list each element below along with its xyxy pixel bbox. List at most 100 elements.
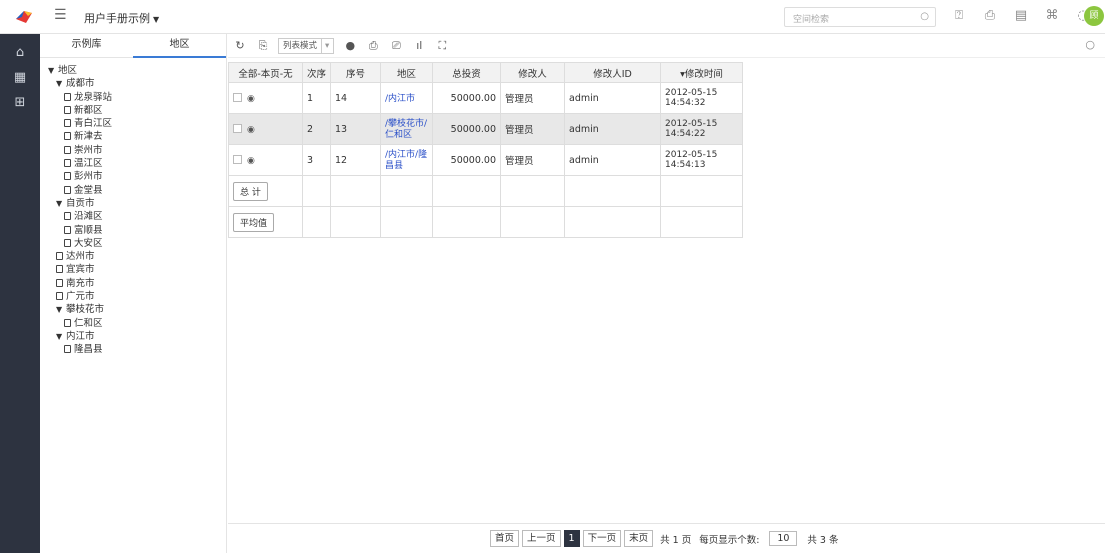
summary-row: 平均值 [228, 206, 743, 238]
tree-node[interactable]: 新津去 [40, 130, 226, 143]
table-row[interactable]: ◉ 3 12/内江市/隆昌县 50000.00 管理员 admin 2012-05-15 1… [228, 144, 743, 176]
tree-node-label: 新津去 [74, 131, 103, 143]
modifier-id-cell: admin [564, 144, 661, 176]
tree-node[interactable]: 彭州市 [40, 170, 226, 183]
row-checkbox[interactable] [233, 123, 242, 133]
tree-node[interactable]: 富顺县 [40, 224, 226, 237]
tree-node[interactable]: 达州市 [40, 250, 226, 263]
prev-page-button[interactable]: 上一页 [522, 530, 561, 547]
tree-node[interactable]: ▼ 自贡市 [40, 197, 226, 210]
total-button[interactable]: 总 计 [233, 181, 268, 201]
view-mode-select[interactable]: 列表模式 ▾ [278, 37, 335, 54]
tree-panel: 示例库 地区 ▼ 地区 ▼ 成都市 龙泉驿站 新都区 青白江区 新津去 崇州市 温江区 彭州市 金堂县… [40, 34, 227, 553]
tree-node[interactable]: 沿滩区 [40, 210, 226, 223]
tree-node-label: 崇州市 [74, 144, 103, 156]
document-icon [64, 225, 71, 234]
region-link[interactable]: /攀枝花市/仁和区 [385, 119, 427, 140]
per-page-input[interactable]: 10 [769, 531, 798, 546]
tree-node-label: 广元市 [66, 291, 95, 303]
tree-node-label: 成都市 [66, 78, 95, 90]
help-icon[interactable]: ⍰ [950, 7, 968, 25]
region-link[interactable]: /内江市/隆昌县 [385, 150, 427, 171]
tree-node[interactable]: 广元市 [40, 290, 226, 303]
shirt-icon[interactable]: ⌘ [1043, 7, 1061, 25]
document-icon [64, 132, 71, 141]
chart-icon[interactable]: ıl [411, 38, 427, 54]
expand-toggle-icon[interactable]: ▼ [56, 77, 66, 90]
tree-node[interactable]: ▼ 内江市 [40, 330, 226, 343]
row-checkbox[interactable] [233, 154, 242, 164]
tree-node[interactable]: ▼ 成都市 [40, 77, 226, 90]
order-cell: 1 [302, 82, 331, 114]
region-cell: /攀枝花市/仁和区 [380, 113, 433, 145]
space-search-input[interactable]: 空间检索 ○ [784, 7, 936, 27]
tree-node[interactable]: 宜宾市 [40, 263, 226, 276]
col-modified-time[interactable]: ▾修改时间 [660, 62, 743, 83]
col-select-all[interactable]: 全部-本页-无 [228, 62, 303, 83]
view-icon[interactable]: ◉ [247, 125, 255, 135]
tree-node[interactable]: 新都区 [40, 104, 226, 117]
row-select-cell: ◉ [228, 113, 303, 145]
tree-node[interactable]: 南充市 [40, 277, 226, 290]
expand-toggle-icon[interactable]: ▼ [56, 303, 66, 316]
tree-node[interactable]: 青白江区 [40, 117, 226, 130]
last-page-button[interactable]: 末页 [624, 530, 654, 547]
tab-region[interactable]: 地区 [133, 34, 226, 58]
tree-node[interactable]: 金堂县 [40, 184, 226, 197]
print-settings-icon[interactable]: ⎚ [388, 38, 404, 54]
print-icon[interactable]: ⎙ [365, 38, 381, 54]
current-page-button[interactable]: 1 [563, 530, 580, 547]
fullscreen-icon[interactable]: ⛶ [434, 38, 450, 54]
expand-toggle-icon[interactable]: ▼ [56, 197, 66, 210]
expand-toggle-icon[interactable]: ▼ [56, 330, 66, 343]
view-icon[interactable]: ◉ [247, 156, 255, 166]
tree-node[interactable]: 隆昌县 [40, 343, 226, 356]
tab-example-library[interactable]: 示例库 [40, 34, 133, 58]
table-row[interactable]: ◉ 2 13/攀枝花市/仁和区 50000.00 管理员 admin 2012-05-15 … [228, 113, 743, 145]
tree-node[interactable]: ▼ 攀枝花市 [40, 303, 226, 316]
col-modifier-id: 修改人ID [564, 62, 661, 83]
average-button[interactable]: 平均值 [233, 212, 275, 232]
total-pages-text: 共 1 页 [660, 534, 692, 546]
tree-node-label: 金堂县 [74, 184, 103, 196]
add-icon[interactable]: ● [342, 38, 358, 54]
left-nav: ⌂ ▦ ⊞ [0, 34, 40, 553]
clipboard-icon[interactable]: ▦ [0, 65, 40, 90]
summary-cell [302, 206, 331, 238]
search-icon[interactable]: ○ [920, 11, 929, 22]
tree-node-label: 彭州市 [74, 171, 103, 183]
tree-node[interactable]: ▼ 地区 [40, 64, 226, 77]
org-chart-icon[interactable]: ⊞ [0, 90, 40, 115]
chevron-down-icon: ▼ [153, 15, 160, 24]
row-checkbox[interactable] [233, 92, 242, 102]
modifier-cell: 管理员 [500, 144, 565, 176]
tree-node-label: 南充市 [66, 277, 95, 289]
document-icon[interactable]: ▤ [1012, 7, 1030, 25]
tree-node[interactable]: 大安区 [40, 237, 226, 250]
tree-node[interactable]: 龙泉驿站 [40, 91, 226, 104]
expand-toggle-icon[interactable]: ▼ [48, 64, 58, 77]
tree-node[interactable]: 仁和区 [40, 317, 226, 330]
first-page-button[interactable]: 首页 [490, 530, 520, 547]
app-title-dropdown[interactable]: 用户手册示例 ▼ [84, 10, 159, 26]
tree-node-label: 隆昌县 [74, 344, 103, 356]
modifier-id-cell: admin [564, 113, 661, 145]
view-icon[interactable]: ◉ [247, 94, 255, 104]
toolbar: ↻ ⎘ 列表模式 ▾ ● ⎙ ⎚ ıl ⛶ ○ [228, 34, 1105, 58]
pagination: 首页 上一页 1 下一页 末页 共 1 页 每页显示个数: 10 共 3 条 [228, 523, 1105, 553]
menu-icon[interactable]: ☰ [54, 8, 68, 22]
region-link[interactable]: /内江市 [385, 94, 415, 104]
home-icon[interactable]: ⌂ [0, 40, 40, 65]
table-row[interactable]: ◉ 1 14/内江市 50000.00 管理员 admin 2012-05-15 14:54… [228, 82, 743, 114]
tree-node[interactable]: 崇州市 [40, 144, 226, 157]
document-icon [64, 318, 71, 327]
document-icon [64, 345, 71, 354]
avatar[interactable]: 顾 [1084, 6, 1104, 26]
tree-node-label: 青白江区 [74, 118, 113, 130]
message-icon[interactable]: ⎙ [981, 7, 999, 25]
next-page-button[interactable]: 下一页 [582, 530, 622, 547]
export-icon[interactable]: ⎘ [255, 38, 271, 54]
tree-node[interactable]: 温江区 [40, 157, 226, 170]
search-icon[interactable]: ○ [1085, 38, 1095, 51]
refresh-icon[interactable]: ↻ [232, 38, 248, 54]
